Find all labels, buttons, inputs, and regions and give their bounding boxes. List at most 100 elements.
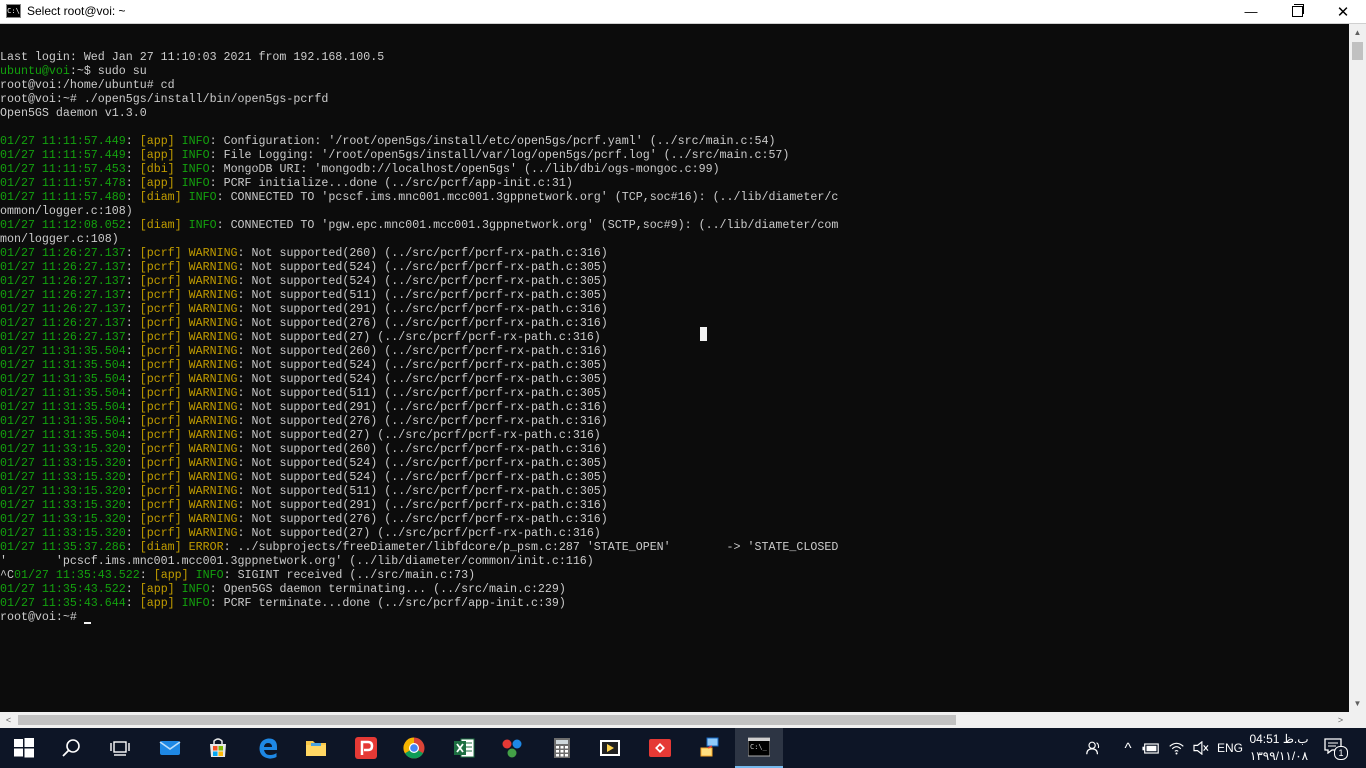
taskbar-app-network-tool[interactable] — [686, 728, 734, 768]
people-icon — [1086, 741, 1100, 755]
terminal-segment: : PCRF terminate...done (../src/pcrf/app… — [209, 597, 566, 610]
scroll-down-icon[interactable]: ▼ — [1349, 695, 1366, 712]
people-button[interactable] — [1080, 728, 1106, 768]
scroll-up-icon[interactable]: ▲ — [1349, 24, 1366, 41]
terminal-segment: 01/27 11:31:35.504 — [0, 359, 126, 372]
terminal-segment: : — [125, 373, 140, 386]
terminal-line: 01/27 11:31:35.504: [pcrf] WARNING: Not … — [0, 429, 601, 442]
clock[interactable]: 04:51 ب.ظ ۱۳۹۹/۱۱/۰۸ — [1248, 731, 1310, 765]
terminal-segment: : — [125, 247, 140, 260]
terminal-segment: : — [125, 135, 140, 148]
show-hidden-icons-button[interactable]: ^ — [1118, 728, 1138, 768]
taskbar-app-anydesk[interactable] — [636, 728, 684, 768]
terminal-segment: root@voi:/home/ubuntu# cd — [0, 79, 175, 92]
terminal-segment: : File Logging: '/root/open5gs/install/v… — [209, 149, 790, 162]
terminal-segment: 01/27 11:35:43.644 — [0, 597, 126, 610]
terminal-segment: WARNING — [181, 429, 238, 442]
taskbar-app-excel[interactable] — [440, 728, 488, 768]
terminal-segment: ommon/logger.c:108) — [0, 205, 133, 218]
terminal-segment: WARNING — [181, 415, 238, 428]
taskbar-app-store[interactable] — [194, 728, 242, 768]
action-center-button[interactable]: 1 — [1318, 728, 1352, 768]
taskbar-app-chrome[interactable] — [390, 728, 438, 768]
terminal-line: root@voi:~# ./open5gs/install/bin/open5g… — [0, 93, 328, 106]
terminal-segment: mon/logger.c:108) — [0, 233, 119, 246]
terminal-segment: : — [125, 289, 140, 302]
battery-button[interactable] — [1140, 728, 1162, 768]
taskbar-app-paint-3d[interactable] — [488, 728, 536, 768]
terminal-segment: 01/27 11:31:35.504 — [0, 429, 126, 442]
scroll-right-icon[interactable]: > — [1332, 712, 1349, 728]
terminal-segment: : — [125, 275, 140, 288]
scroll-left-icon[interactable]: < — [0, 712, 17, 728]
edge-icon — [259, 738, 277, 759]
title-bar[interactable]: C:\ Select root@voi: ~ — ✕ — [0, 0, 1366, 24]
terminal-segment: : PCRF initialize...done (../src/pcrf/ap… — [209, 177, 573, 190]
task-view-button[interactable] — [96, 728, 144, 768]
terminal-segment: [pcrf] — [139, 317, 182, 330]
terminal-segment: [pcrf] — [139, 429, 182, 442]
search-button[interactable] — [48, 728, 96, 768]
start-button[interactable] — [0, 728, 48, 768]
terminal-segment: : — [125, 149, 140, 162]
terminal-segment: : — [125, 597, 140, 610]
volume-muted-icon — [1193, 741, 1209, 755]
network-button[interactable] — [1164, 728, 1188, 768]
terminal-segment: ubuntu@voi — [0, 65, 70, 78]
command-prompt-app-icon[interactable]: C:\ — [6, 4, 21, 18]
terminal-line: 01/27 11:31:35.504: [pcrf] WARNING: Not … — [0, 401, 608, 414]
horizontal-scroll-thumb[interactable] — [18, 715, 956, 725]
terminal-segment: WARNING — [181, 499, 238, 512]
terminal-line: 01/27 11:33:15.320: [pcrf] WARNING: Not … — [0, 471, 608, 484]
terminal-area[interactable]: Last login: Wed Jan 27 11:10:03 2021 fro… — [0, 24, 1349, 712]
taskbar-app-psiphon[interactable] — [342, 728, 390, 768]
close-icon: ✕ — [1336, 3, 1350, 21]
terminal-segment: WARNING — [181, 275, 238, 288]
terminal-segment: : — [125, 261, 140, 274]
vertical-scrollbar[interactable]: ▲ ▼ — [1349, 24, 1366, 712]
anydesk-icon — [649, 739, 671, 757]
volume-button[interactable] — [1190, 728, 1212, 768]
maximize-button[interactable] — [1274, 0, 1320, 23]
terminal-segment: [pcrf] — [139, 345, 182, 358]
scrollbar-corner — [1349, 712, 1366, 728]
terminal-segment: : — [125, 191, 140, 204]
terminal-segment: : Open5GS daemon terminating... (../src/… — [209, 583, 566, 596]
minimize-button[interactable]: — — [1228, 0, 1274, 23]
language-button[interactable]: ENG — [1214, 728, 1246, 768]
terminal-line: 01/27 11:11:57.480: [diam] INFO: CONNECT… — [0, 191, 838, 204]
terminal-line: 01/27 11:26:27.137: [pcrf] WARNING: Not … — [0, 247, 608, 260]
terminal-segment: : MongoDB URI: 'mongodb://localhost/open… — [209, 163, 720, 176]
terminal-segment: : — [125, 415, 140, 428]
calculator-icon — [554, 738, 570, 758]
taskbar-app-command-prompt[interactable]: C:\_ — [735, 728, 783, 768]
terminal-line: 01/27 11:33:15.320: [pcrf] WARNING: Not … — [0, 513, 608, 526]
taskbar-app-calculator[interactable] — [538, 728, 586, 768]
taskbar-app-edge[interactable] — [244, 728, 292, 768]
terminal-line: 01/27 11:26:27.137: [pcrf] WARNING: Not … — [0, 275, 608, 288]
terminal-segment: : Not supported(291) (../src/pcrf/pcrf-r… — [237, 401, 608, 414]
taskbar-app-media-player[interactable] — [586, 728, 634, 768]
horizontal-scrollbar[interactable]: < > — [0, 712, 1349, 728]
terminal-segment: : Not supported(511) (../src/pcrf/pcrf-r… — [237, 387, 608, 400]
terminal-segment: Open5GS daemon v1.3.0 — [0, 107, 147, 120]
vertical-scroll-thumb[interactable] — [1352, 42, 1363, 60]
terminal-segment: 01/27 11:26:27.137 — [0, 261, 126, 274]
terminal-line: 01/27 11:12:08.052: [diam] INFO: CONNECT… — [0, 219, 838, 232]
terminal-segment: : SIGINT received (../src/main.c:73) — [223, 569, 476, 582]
terminal-line: 01/27 11:35:43.644: [app] INFO: PCRF ter… — [0, 597, 566, 610]
terminal-segment: : — [125, 163, 140, 176]
terminal-line: Last login: Wed Jan 27 11:10:03 2021 fro… — [0, 51, 384, 64]
terminal-line: 01/27 11:26:27.137: [pcrf] WARNING: Not … — [0, 331, 601, 344]
taskbar-app-mail[interactable] — [146, 728, 194, 768]
terminal-segment: 01/27 11:33:15.320 — [0, 457, 126, 470]
terminal-segment: : Configuration: '/root/open5gs/install/… — [209, 135, 776, 148]
taskbar: C:\_ ^ ENG 04:51 ب.ظ ۱۳۹۹/۱۱/۰۸ 1 — [0, 728, 1366, 768]
terminal-segment: : — [125, 583, 140, 596]
task-view-icon — [110, 741, 130, 756]
terminal-segment: : ../subprojects/freeDiameter/libfdcore/… — [223, 541, 839, 554]
terminal-segment: : Not supported(260) (../src/pcrf/pcrf-r… — [237, 247, 608, 260]
taskbar-app-file-explorer[interactable] — [292, 728, 340, 768]
terminal-line: 01/27 11:26:27.137: [pcrf] WARNING: Not … — [0, 317, 608, 330]
close-button[interactable]: ✕ — [1320, 0, 1366, 23]
